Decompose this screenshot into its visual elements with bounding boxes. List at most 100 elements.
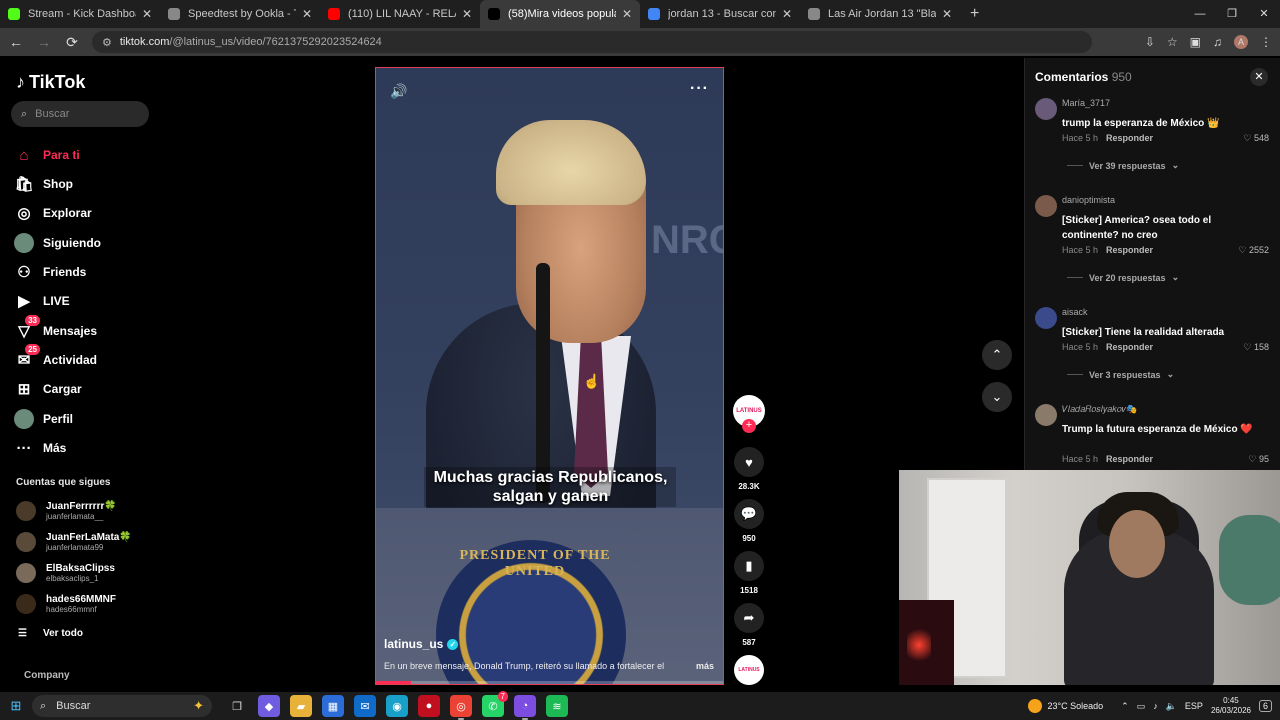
- windows-start-icon[interactable]: ⊞: [0, 698, 32, 714]
- sidebar-item-siguiendo[interactable]: Siguiendo: [14, 232, 101, 254]
- save-button[interactable]: ▮ 1518: [733, 551, 765, 595]
- comment-button[interactable]: 💬 950: [733, 499, 765, 543]
- comment-likes[interactable]: ♡ 158: [1243, 342, 1269, 353]
- bookmark-star-icon[interactable]: ☆: [1167, 35, 1178, 49]
- browser-tab[interactable]: (110) LIL NAAY - RELACIONADO ✕: [320, 0, 480, 28]
- outlook-icon[interactable]: ✉: [354, 695, 376, 717]
- new-tab-icon[interactable]: +: [970, 5, 979, 23]
- extensions-icon[interactable]: ▣: [1190, 35, 1201, 49]
- sidebar-item-shop[interactable]: 🛍 Shop: [14, 173, 73, 195]
- sidebar-item-más[interactable]: ··· Más: [14, 437, 67, 459]
- more-options-icon[interactable]: ···: [690, 80, 709, 98]
- comment-username[interactable]: aisack: [1062, 307, 1088, 317]
- lang-indicator[interactable]: ESP: [1185, 701, 1203, 711]
- reply-button[interactable]: Responder: [1106, 454, 1153, 464]
- chevron-up-icon[interactable]: ⌃: [1121, 701, 1129, 712]
- copilot-icon[interactable]: ◆: [258, 695, 280, 717]
- avatar[interactable]: [1035, 307, 1057, 329]
- site-info-icon[interactable]: ⚙: [102, 36, 112, 49]
- sidebar-item-explorar[interactable]: ◎ Explorar: [14, 202, 91, 224]
- view-replies-button[interactable]: Ver 20 respuestas ⌄: [1067, 272, 1179, 283]
- whatsapp-icon[interactable]: ✆ 7: [482, 691, 508, 717]
- sidebar-item-friends[interactable]: ⚇ Friends: [14, 261, 86, 283]
- close-tab-icon[interactable]: ✕: [462, 7, 472, 21]
- followed-account[interactable]: JuanFerrrrrr🍀 juanferlamata__: [16, 498, 117, 524]
- maximize-icon[interactable]: ❐: [1216, 0, 1248, 28]
- spotify-icon[interactable]: ≋: [546, 695, 568, 717]
- followed-account[interactable]: hades66MMNF hades66mmnf: [16, 591, 116, 617]
- media-icon[interactable]: ♫: [1213, 35, 1222, 49]
- file-explorer-icon[interactable]: ▰: [290, 695, 312, 717]
- browser-tab[interactable]: Las Air Jordan 13 "Black Flint" s ✕: [800, 0, 960, 28]
- sidebar-item-perfil[interactable]: Perfil: [14, 408, 73, 430]
- clock[interactable]: 0:45 26/03/2026: [1211, 696, 1251, 716]
- discord-icon[interactable]: ◔: [514, 695, 536, 720]
- sound-disc[interactable]: LATINUS: [734, 655, 764, 685]
- search-input[interactable]: ⌕ Buscar: [11, 101, 149, 127]
- view-replies-button[interactable]: Ver 39 respuestas ⌄: [1067, 160, 1179, 171]
- more-link[interactable]: más: [696, 661, 714, 671]
- url-field[interactable]: ⚙ tiktok.com/@latinus_us/video/762137529…: [92, 31, 1092, 53]
- profile-avatar[interactable]: A: [1234, 35, 1248, 49]
- chrome-icon[interactable]: ◎: [450, 695, 472, 720]
- reply-button[interactable]: Responder: [1106, 133, 1153, 143]
- comment-likes[interactable]: ♡ 2552: [1238, 245, 1269, 256]
- sidebar-item-live[interactable]: ▶ LIVE: [14, 290, 69, 312]
- follow-plus-icon[interactable]: +: [742, 419, 756, 433]
- share-button[interactable]: ➦ 587: [733, 603, 765, 647]
- reply-button[interactable]: Responder: [1106, 342, 1153, 352]
- view-replies-button[interactable]: Ver 3 respuestas ⌄: [1067, 369, 1174, 380]
- install-icon[interactable]: ⇩: [1145, 35, 1155, 49]
- window-close-icon[interactable]: ✕: [1248, 0, 1280, 28]
- close-tab-icon[interactable]: ✕: [782, 7, 792, 21]
- comment-likes[interactable]: ♡ 95: [1248, 454, 1269, 465]
- see-all-button[interactable]: ☰ Ver todo: [18, 628, 83, 639]
- followed-account[interactable]: JuanFerLaMata🍀 juanferlamata99: [16, 529, 132, 555]
- mic-icon[interactable]: ♪: [1153, 701, 1158, 711]
- avatar[interactable]: [1035, 195, 1057, 217]
- video-player[interactable]: NRC PRESIDENT OF THE UNITED Muchas graci…: [375, 67, 724, 685]
- browser-tab[interactable]: Speedtest by Ookla - The Global ✕: [160, 0, 320, 28]
- followed-account[interactable]: ElBaksaClipss elbaksaclips_1: [16, 560, 115, 586]
- avatar[interactable]: [1035, 404, 1057, 426]
- comment-likes[interactable]: ♡ 548: [1243, 133, 1269, 144]
- speaker-icon[interactable]: 🔈: [1166, 701, 1177, 712]
- store-icon[interactable]: ▦: [322, 695, 344, 717]
- comment-username[interactable]: danioptimista: [1062, 195, 1115, 205]
- task-view-icon[interactable]: ❐: [226, 695, 248, 717]
- previous-video-button[interactable]: ⌃: [982, 340, 1012, 370]
- next-video-button[interactable]: ⌄: [982, 382, 1012, 412]
- sidebar-item-mensajes[interactable]: ▽ 33 Mensajes: [14, 315, 97, 342]
- app-red-icon[interactable]: ●: [418, 695, 440, 717]
- browser-tab[interactable]: (58)Mira videos populares ✕: [480, 0, 640, 28]
- comment-username[interactable]: 𝑉𝑙𝑎𝑑𝑎𝑅𝑜𝑠𝑙𝑦𝑎𝑘𝑜𝑣🎭: [1062, 404, 1137, 415]
- taskbar-search[interactable]: ⌕ Buscar ✦: [32, 695, 212, 717]
- company-link[interactable]: Company: [24, 670, 70, 681]
- weather-widget[interactable]: 23°C Soleado: [1027, 699, 1103, 713]
- menu-kebab-icon[interactable]: ⋮: [1260, 35, 1272, 49]
- back-icon[interactable]: ←: [4, 34, 28, 50]
- network-icon[interactable]: ▭: [1137, 701, 1146, 712]
- browser-tab[interactable]: Stream - Kick Dashboard ✕: [0, 0, 160, 28]
- sidebar-item-para-ti[interactable]: ⌂ Para ti: [14, 144, 79, 166]
- edge-icon[interactable]: ◉: [386, 695, 408, 717]
- browser-tab[interactable]: jordan 13 - Buscar con Google ✕: [640, 0, 800, 28]
- forward-icon[interactable]: →: [32, 34, 56, 50]
- video-author[interactable]: latinus_us ✓: [384, 637, 459, 651]
- like-button[interactable]: ♥ 28.3K: [733, 447, 765, 491]
- volume-icon[interactable]: 🔊: [390, 83, 407, 100]
- close-tab-icon[interactable]: ✕: [302, 7, 312, 21]
- sidebar-item-actividad[interactable]: ✉ 25 Actividad: [14, 344, 97, 371]
- video-progress-bar[interactable]: [376, 681, 723, 684]
- notification-count[interactable]: 6: [1258, 700, 1272, 712]
- reload-icon[interactable]: ⟳: [60, 34, 84, 51]
- sidebar-item-cargar[interactable]: ⊞ Cargar: [14, 378, 82, 400]
- close-tab-icon[interactable]: ✕: [142, 7, 152, 21]
- avatar[interactable]: [1035, 98, 1057, 120]
- tiktok-logo[interactable]: ♪ TikTok: [16, 72, 85, 93]
- close-tab-icon[interactable]: ✕: [942, 7, 952, 21]
- close-icon[interactable]: ✕: [1250, 68, 1268, 86]
- close-tab-icon[interactable]: ✕: [622, 7, 632, 21]
- reply-button[interactable]: Responder: [1106, 245, 1153, 255]
- comment-username[interactable]: María_3717: [1062, 98, 1110, 108]
